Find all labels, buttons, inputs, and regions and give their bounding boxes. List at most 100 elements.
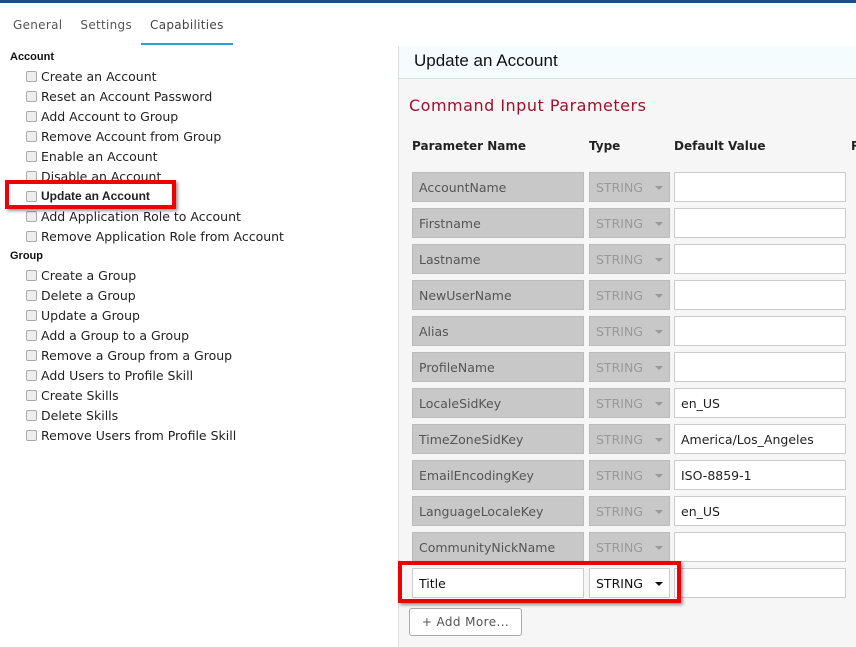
capability-item[interactable]: Enable an Account xyxy=(0,146,397,166)
default-value-field[interactable] xyxy=(674,280,846,310)
top-bar xyxy=(0,0,856,3)
checkbox[interactable] xyxy=(26,409,37,421)
capability-item[interactable]: Create Skills xyxy=(0,385,397,405)
checkbox[interactable] xyxy=(26,349,37,361)
tab-general[interactable]: General xyxy=(0,14,71,45)
default-value-field[interactable] xyxy=(674,568,846,598)
default-value-field[interactable]: en_US xyxy=(674,388,846,418)
parameter-name-field: CommunityNickName xyxy=(412,532,584,562)
type-select: STRING xyxy=(589,244,670,274)
default-value-field[interactable] xyxy=(674,208,846,238)
checkbox[interactable] xyxy=(26,389,37,401)
command-panel: Update an Account Command Input Paramete… xyxy=(398,46,856,647)
chevron-down-icon xyxy=(655,546,663,550)
type-value: STRING xyxy=(596,252,643,267)
checkbox[interactable] xyxy=(26,150,37,162)
capability-label: Create a Group xyxy=(41,267,137,283)
type-select: STRING xyxy=(589,388,670,418)
parameter-name-field: NewUserName xyxy=(412,280,584,310)
capability-item[interactable]: Reset an Account Password xyxy=(0,86,397,106)
default-value-field[interactable]: en_US xyxy=(674,496,846,526)
chevron-down-icon xyxy=(655,510,663,514)
parameter-name-field: Lastname xyxy=(412,244,584,274)
parameter-name-field: EmailEncodingKey xyxy=(412,460,584,490)
checkbox[interactable] xyxy=(26,289,37,301)
parameter-name-field: AccountName xyxy=(412,172,584,202)
group-header: Group xyxy=(10,250,43,262)
type-value: STRING xyxy=(596,360,643,375)
col-default-value: Default Value xyxy=(674,139,766,153)
checkbox[interactable] xyxy=(26,210,37,222)
group-header: Account xyxy=(10,51,54,63)
default-value-field[interactable]: America/Los_Angeles xyxy=(674,424,846,454)
checkbox[interactable] xyxy=(26,369,37,381)
panel-title: Update an Account xyxy=(399,46,856,79)
default-value-field[interactable] xyxy=(674,172,846,202)
capability-label: Remove Account from Group xyxy=(41,128,222,144)
capability-label: Remove a Group from a Group xyxy=(41,347,233,363)
default-value-field[interactable] xyxy=(674,244,846,274)
capability-label: Add Application Role to Account xyxy=(41,208,241,224)
type-select: STRING xyxy=(589,316,670,346)
checkbox[interactable] xyxy=(26,130,37,142)
capability-item[interactable]: Add a Group to a Group xyxy=(0,325,397,345)
default-value-field[interactable] xyxy=(674,316,846,346)
tab-capabilities[interactable]: Capabilities xyxy=(141,14,233,45)
default-value-field[interactable] xyxy=(674,532,846,562)
type-value: STRING xyxy=(596,288,643,303)
checkbox[interactable] xyxy=(26,70,37,82)
parameter-name-field: TimeZoneSidKey xyxy=(412,424,584,454)
capability-item[interactable]: Create a Group xyxy=(0,265,397,285)
parameter-name-field: LocaleSidKey xyxy=(412,388,584,418)
type-value: STRING xyxy=(596,468,643,483)
parameter-name-field: ProfileName xyxy=(412,352,584,382)
highlight-box-title-row xyxy=(398,561,681,603)
capability-item[interactable]: Remove Application Role from Account xyxy=(0,226,397,246)
chevron-down-icon xyxy=(655,258,663,262)
add-more-button[interactable]: + Add More... xyxy=(409,608,522,636)
col-parameter-name: Parameter Name xyxy=(412,139,526,153)
type-value: STRING xyxy=(596,540,643,555)
capability-label: Create Skills xyxy=(41,387,119,403)
checkbox[interactable] xyxy=(26,90,37,102)
tab-bar: General Settings Capabilities xyxy=(0,14,233,46)
capability-item[interactable]: Remove Account from Group xyxy=(0,126,397,146)
col-type: Type xyxy=(589,139,621,153)
checkbox[interactable] xyxy=(26,230,37,242)
checkbox[interactable] xyxy=(26,110,37,122)
capability-item[interactable]: Delete Skills xyxy=(0,405,397,425)
capability-item[interactable]: Add Application Role to Account xyxy=(0,206,397,226)
chevron-down-icon xyxy=(655,366,663,370)
chevron-down-icon xyxy=(655,330,663,334)
type-select: STRING xyxy=(589,496,670,526)
type-select: STRING xyxy=(589,208,670,238)
capability-item[interactable]: Remove Users from Profile Skill xyxy=(0,425,397,445)
capability-item[interactable]: Update a Group xyxy=(0,305,397,325)
capability-item[interactable]: Delete a Group xyxy=(0,285,397,305)
type-select: STRING xyxy=(589,460,670,490)
default-value-field[interactable] xyxy=(674,352,846,382)
type-select: STRING xyxy=(589,172,670,202)
checkbox[interactable] xyxy=(26,269,37,281)
checkbox[interactable] xyxy=(26,309,37,321)
type-select: STRING xyxy=(589,424,670,454)
type-select: STRING xyxy=(589,532,670,562)
capability-label: Add Account to Group xyxy=(41,108,179,124)
type-value: STRING xyxy=(596,504,643,519)
default-value-field[interactable]: ISO-8859-1 xyxy=(674,460,846,490)
tab-settings[interactable]: Settings xyxy=(71,14,141,45)
type-value: STRING xyxy=(596,396,643,411)
chevron-down-icon xyxy=(655,474,663,478)
checkbox[interactable] xyxy=(26,429,37,441)
capability-label: Enable an Account xyxy=(41,148,158,164)
capability-item[interactable]: Add Users to Profile Skill xyxy=(0,365,397,385)
capability-item[interactable]: Create an Account xyxy=(0,66,397,86)
section-title: Command Input Parameters xyxy=(409,96,647,115)
capability-item[interactable]: Remove a Group from a Group xyxy=(0,345,397,365)
capability-item[interactable]: Add Account to Group xyxy=(0,106,397,126)
checkbox[interactable] xyxy=(26,329,37,341)
type-select: STRING xyxy=(589,352,670,382)
parameter-name-field: Firstname xyxy=(412,208,584,238)
capabilities-list: Account Create an Account Reset an Account… xyxy=(0,46,397,647)
capability-label: Reset an Account Password xyxy=(41,88,213,104)
